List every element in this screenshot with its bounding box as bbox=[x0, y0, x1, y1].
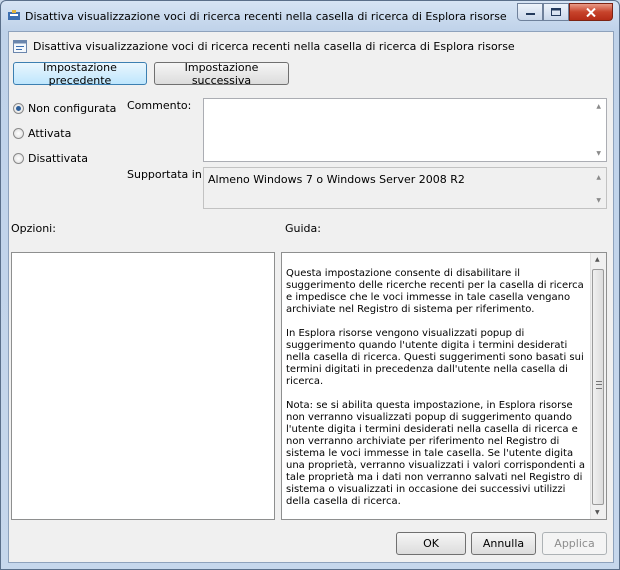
supported-on-field: Almeno Windows 7 o Windows Server 2008 R… bbox=[203, 167, 607, 209]
radio-not-configured[interactable]: Non configurata bbox=[13, 102, 116, 115]
maximize-button[interactable] bbox=[543, 3, 569, 21]
cancel-button[interactable]: Annulla bbox=[471, 532, 536, 555]
help-paragraph: Nota: se si abilita questa impostazione,… bbox=[286, 400, 586, 507]
maximize-icon bbox=[551, 8, 561, 16]
policy-app-icon bbox=[8, 10, 20, 20]
help-paragraph: In Esplora risorse vengono visualizzati … bbox=[286, 328, 584, 387]
window-title: Disattiva visualizzazione voci di ricerc… bbox=[25, 10, 507, 23]
minimize-icon bbox=[525, 13, 535, 15]
close-button[interactable] bbox=[569, 3, 613, 21]
options-label: Opzioni: bbox=[11, 222, 56, 235]
supported-label: Supportata in: bbox=[127, 168, 206, 181]
help-paragraph: Questa impostazione consente di disabili… bbox=[286, 268, 584, 315]
close-icon bbox=[586, 7, 596, 17]
next-setting-button[interactable]: Impostazione successiva bbox=[154, 61, 289, 87]
radio-icon bbox=[13, 128, 24, 139]
scroll-up-icon[interactable]: ▲ bbox=[595, 256, 600, 263]
radio-label: Non configurata bbox=[28, 102, 117, 115]
radio-icon bbox=[13, 153, 24, 164]
grip-icon bbox=[596, 381, 602, 389]
policy-setting-icon bbox=[13, 40, 27, 53]
help-label: Guida: bbox=[285, 222, 321, 235]
minimize-button[interactable] bbox=[517, 3, 543, 21]
scroll-down-icon: ▼ bbox=[596, 197, 601, 204]
radio-enabled[interactable]: Attivata bbox=[13, 127, 71, 140]
title-bar[interactable]: Disattiva visualizzazione voci di ricerc… bbox=[1, 1, 619, 31]
radio-label: Disattivata bbox=[28, 152, 88, 165]
scroll-up-icon[interactable]: ▲ bbox=[596, 103, 601, 110]
radio-selected-icon bbox=[13, 103, 24, 114]
radio-label: Attivata bbox=[28, 127, 72, 140]
scrollbar-thumb[interactable] bbox=[592, 269, 604, 505]
scroll-down-icon[interactable]: ▼ bbox=[596, 150, 601, 157]
help-pane[interactable]: Questa impostazione consente di disabili… bbox=[281, 252, 607, 520]
caption-buttons bbox=[517, 3, 613, 23]
options-pane[interactable] bbox=[11, 252, 275, 520]
ok-button[interactable]: OK bbox=[396, 532, 466, 555]
policy-dialog-window: Disattiva visualizzazione voci di ricerc… bbox=[0, 0, 620, 570]
dialog-body: Disattiva visualizzazione voci di ricerc… bbox=[8, 31, 614, 563]
scroll-down-icon[interactable]: ▼ bbox=[595, 509, 600, 516]
radio-disabled[interactable]: Disattivata bbox=[13, 152, 88, 165]
comment-label: Commento: bbox=[127, 99, 192, 112]
help-text: Questa impostazione consente di disabili… bbox=[286, 268, 586, 519]
apply-button[interactable]: Applica bbox=[542, 532, 607, 555]
supported-value: Almeno Windows 7 o Windows Server 2008 R… bbox=[208, 173, 465, 186]
previous-setting-button[interactable]: Impostazione precedente bbox=[13, 61, 147, 87]
help-scrollbar[interactable]: ▲ ▼ bbox=[590, 253, 606, 519]
policy-name: Disattiva visualizzazione voci di ricerc… bbox=[33, 40, 515, 53]
comment-textarea[interactable]: ▲ ▼ bbox=[203, 98, 607, 162]
scroll-up-icon: ▲ bbox=[596, 174, 601, 181]
